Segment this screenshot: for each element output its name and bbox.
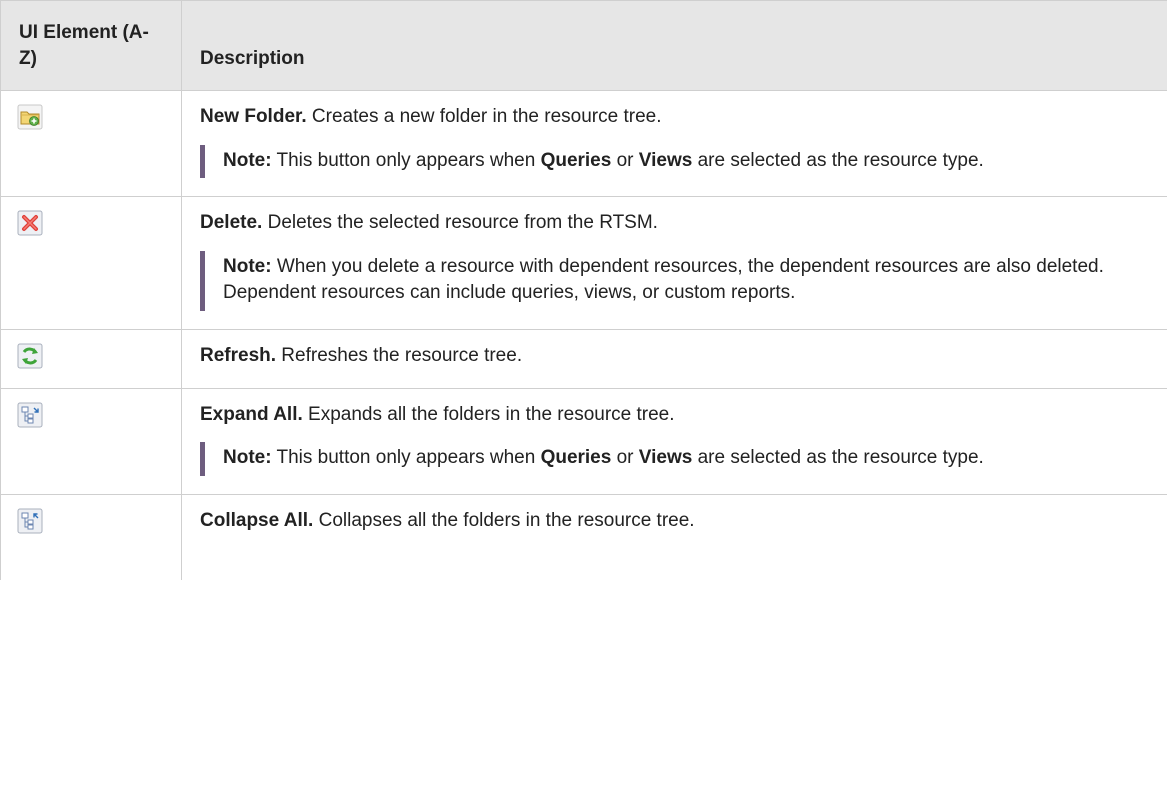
table-row: Delete. Deletes the selected resource fr… (0, 196, 1167, 330)
ui-elements-table: UI Element (A-Z) Description New Folder.… (0, 0, 1167, 580)
note-label: Note: (223, 447, 272, 469)
description-cell: Collapse All. Collapses all the folders … (181, 493, 1167, 580)
description-cell: Expand All. Expands all the folders in t… (181, 387, 1167, 495)
description-cell: Refresh. Refreshes the resource tree. (181, 328, 1167, 389)
element-name: New Folder. (200, 106, 307, 127)
collapse-all-icon (17, 508, 43, 534)
icon-cell (0, 328, 182, 389)
icon-cell (0, 493, 182, 580)
table-row: Expand All. Expands all the folders in t… (0, 387, 1167, 495)
icon-cell (0, 89, 182, 197)
description-cell: New Folder. Creates a new folder in the … (181, 89, 1167, 197)
description-text: New Folder. Creates a new folder in the … (200, 106, 662, 127)
description-text: Refresh. Refreshes the resource tree. (200, 344, 523, 366)
table-header-row: UI Element (A-Z) Description (0, 0, 1167, 91)
table-row: New Folder. Creates a new folder in the … (0, 89, 1167, 197)
note-block: Note: This button only appears when Quer… (200, 442, 1149, 476)
note-block: Note: This button only appears when Quer… (200, 144, 1149, 179)
description-cell: Delete. Deletes the selected resource fr… (181, 196, 1167, 330)
table-row: Collapse All. Collapses all the folders … (0, 493, 1167, 580)
delete-icon (17, 210, 43, 236)
description-text: Expand All. Expands all the folders in t… (200, 403, 675, 425)
icon-cell (0, 196, 182, 330)
new-folder-icon (17, 104, 43, 130)
icon-cell (0, 387, 182, 495)
column-header-ui-element: UI Element (A-Z) (0, 0, 182, 91)
description-text: Collapse All. Collapses all the folders … (200, 509, 695, 531)
note-label: Note: (223, 149, 272, 171)
element-name: Expand All. (200, 403, 303, 425)
column-header-description: Description (181, 0, 1167, 91)
element-name: Refresh. (200, 344, 277, 366)
refresh-icon (17, 343, 43, 369)
element-name: Collapse All. (200, 509, 314, 531)
expand-all-icon (17, 402, 43, 428)
note-label: Note: (223, 255, 272, 277)
element-name: Delete. (200, 212, 263, 234)
description-text: Delete. Deletes the selected resource fr… (200, 212, 658, 234)
table-row: Refresh. Refreshes the resource tree. (0, 328, 1167, 389)
note-block: Note: When you delete a resource with de… (200, 250, 1149, 311)
